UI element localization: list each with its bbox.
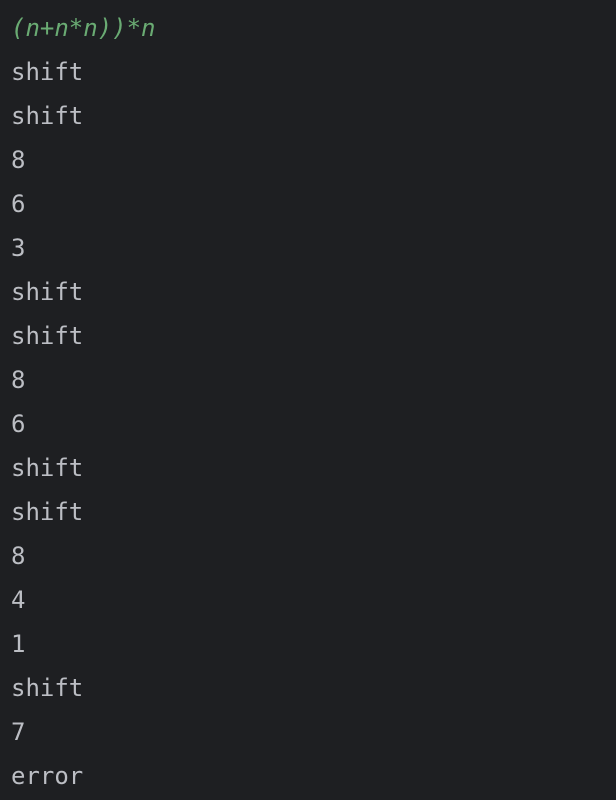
console-output-line: 6 <box>11 190 26 218</box>
console-output-line: 6 <box>11 410 26 438</box>
console-output-line: 3 <box>11 234 26 262</box>
console-output-line: shift <box>11 58 84 86</box>
console-output-line: 1 <box>11 630 26 658</box>
console-output-line: shift <box>11 674 84 702</box>
console-output-line: error <box>11 762 84 790</box>
console-input-echo: (n+n*n))*n <box>11 14 156 42</box>
console-output-line: 4 <box>11 586 26 614</box>
console-output-line: shift <box>11 278 84 306</box>
console-output-line: 7 <box>11 718 26 746</box>
console-output-panel[interactable]: (n+n*n))*n shift shift 8 6 3 shift shift… <box>0 0 616 800</box>
console-output-line: shift <box>11 322 84 350</box>
console-output-line: shift <box>11 102 84 130</box>
console-output-line: shift <box>11 454 84 482</box>
console-output-line: shift <box>11 498 84 526</box>
console-output-line: 8 <box>11 542 26 570</box>
console-output-line: 8 <box>11 146 26 174</box>
console-output-line: 8 <box>11 366 26 394</box>
